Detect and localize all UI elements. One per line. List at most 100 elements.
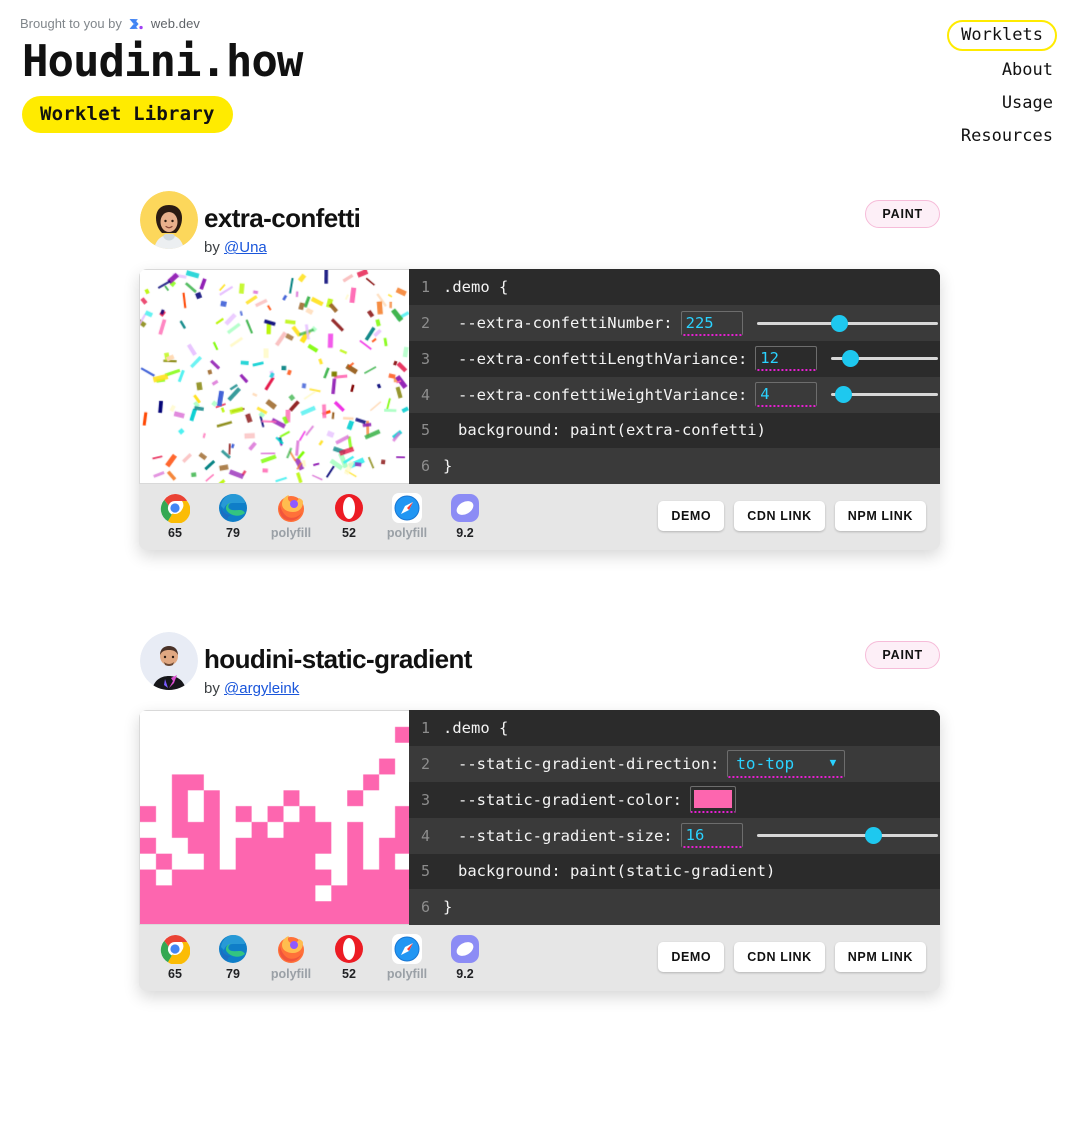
opera-icon — [334, 493, 364, 523]
browser-version: 52 — [342, 525, 356, 540]
samsung-internet-icon — [450, 493, 480, 523]
line-number: 4 — [421, 385, 431, 404]
browser-support-list: 65 79 polyfill 52 polyfill 9.2 — [153, 933, 487, 981]
code-text: .demo { — [443, 278, 509, 297]
gradient-direction-select[interactable]: to-top — [727, 750, 846, 778]
gradient-size-input[interactable] — [680, 823, 743, 849]
color-swatch — [693, 790, 732, 809]
code-line-3: 3 --static-gradient-color: — [409, 781, 940, 818]
browser-version: 9.2 — [456, 966, 474, 981]
tagline-badge: Worklet Library — [22, 96, 233, 134]
byline-prefix: by — [204, 680, 220, 698]
browser-version: 52 — [342, 966, 356, 981]
confetti-length-variance-slider[interactable] — [831, 349, 938, 368]
browser-support-safari: polyfill — [385, 933, 429, 981]
browser-version: polyfill — [270, 966, 312, 981]
card-actions: DEMO CDN LINK NPM LINK — [658, 942, 926, 973]
gradient-color-picker[interactable] — [689, 786, 736, 814]
confetti-length-variance-input[interactable] — [755, 346, 818, 372]
webdev-brand-text: web.dev — [150, 16, 201, 31]
browser-support-opera: 52 — [327, 493, 371, 540]
worklet-meta: extra-confetti by @Una — [204, 203, 361, 256]
code-line-6: 6 } — [409, 448, 940, 485]
card-footer: 65 79 polyfill 52 polyfill 9.2 DEMO CDN … — [139, 925, 940, 992]
line-number: 2 — [421, 314, 431, 332]
webdev-logo-icon — [128, 17, 145, 31]
line-number: 1 — [421, 719, 431, 738]
author-link[interactable]: @Una — [224, 239, 267, 256]
browser-support-edge: 79 — [211, 493, 255, 540]
line-number: 6 — [421, 457, 431, 476]
npm-link-button[interactable]: NPM LINK — [834, 501, 926, 532]
chrome-icon — [160, 493, 191, 524]
css-property-name: --static-gradient-color: — [458, 790, 682, 809]
worklet-title: houdini-static-gradient — [204, 644, 472, 675]
cdn-link-button[interactable]: CDN LINK — [734, 942, 825, 973]
cdn-link-button[interactable]: CDN LINK — [734, 501, 825, 532]
line-number: 1 — [421, 278, 431, 297]
worklet-byline: by @argyleink — [204, 680, 472, 697]
code-line-4: 4 --static-gradient-size: — [409, 817, 940, 854]
firefox-icon — [276, 934, 306, 964]
browser-support-chrome: 65 — [153, 493, 197, 540]
nav-item-worklets[interactable]: Worklets — [947, 20, 1057, 51]
browser-version: polyfill — [270, 525, 312, 540]
browser-version: polyfill — [386, 525, 428, 540]
card-actions: DEMO CDN LINK NPM LINK — [658, 501, 926, 532]
browser-support-chrome: 65 — [153, 934, 197, 981]
code-text: background: paint(extra-confetti) — [458, 421, 766, 440]
code-line-3: 3 --extra-confettiLengthVariance: — [409, 340, 940, 377]
line-number: 3 — [421, 349, 431, 368]
preview-confetti — [139, 269, 409, 485]
code-editor: 1 .demo { 2 --extra-confettiNumber: 3 — [409, 269, 940, 485]
css-property-name: --extra-confettiLengthVariance: — [458, 349, 748, 368]
nav-item-about[interactable]: About — [998, 57, 1057, 84]
css-property-name: --extra-confettiWeightVariance: — [458, 385, 748, 404]
confetti-number-input[interactable] — [680, 310, 743, 336]
firefox-icon — [276, 493, 306, 523]
worklet-demo-card: 1 .demo { 2 --extra-confettiNumber: 3 — [139, 269, 940, 551]
edge-icon — [218, 934, 248, 964]
samsung-internet-icon — [450, 934, 480, 964]
avatar — [140, 191, 198, 250]
browser-support-firefox: polyfill — [269, 934, 313, 981]
npm-link-button[interactable]: NPM LINK — [834, 942, 926, 973]
opera-icon — [334, 934, 364, 964]
author-link[interactable]: @argyleink — [224, 680, 299, 697]
line-number: 5 — [421, 862, 431, 881]
nav-item-resources[interactable]: Resources — [957, 123, 1057, 150]
browser-version: 79 — [226, 525, 240, 540]
worklet-title: extra-confetti — [204, 203, 361, 234]
safari-icon — [392, 492, 422, 523]
confetti-weight-variance-slider[interactable] — [831, 385, 938, 404]
worklet-meta: houdini-static-gradient by @argyleink — [204, 645, 472, 697]
code-line-5: 5 background: paint(extra-confetti) — [409, 412, 940, 449]
browser-version: 65 — [168, 525, 182, 540]
confetti-number-slider[interactable] — [756, 314, 938, 332]
demo-button[interactable]: DEMO — [658, 501, 725, 532]
browser-support-safari: polyfill — [385, 492, 429, 540]
card-footer: 65 79 polyfill 52 polyfill 9.2 DEMO CDN … — [139, 484, 940, 551]
worklet-list: extra-confetti by @Una PAINT 1 .demo {2… — [0, 191, 1079, 992]
worklet-header: houdini-static-gradient by @argyleink PA… — [20, 632, 1059, 710]
browser-support-list: 65 79 polyfill 52 polyfill 9.2 — [153, 492, 487, 540]
browser-version: 79 — [226, 966, 240, 981]
brought-to-you-by: Brought to you by web.dev — [20, 16, 1059, 31]
code-line-1: 1 .demo { — [409, 269, 940, 306]
code-line-2: 2 --extra-confettiNumber: — [409, 305, 940, 341]
gradient-size-slider[interactable] — [756, 826, 938, 845]
confetti-weight-variance-input[interactable] — [755, 382, 818, 408]
nav-item-usage[interactable]: Usage — [998, 90, 1057, 117]
chrome-icon — [160, 934, 191, 965]
browser-support-samsung-internet: 9.2 — [443, 934, 487, 981]
code-line-6: 6 } — [409, 889, 940, 926]
worklet-card-houdini-static-gradient: houdini-static-gradient by @argyleink PA… — [20, 632, 1059, 992]
demo-button[interactable]: DEMO — [658, 942, 725, 973]
code-line-2: 2 --static-gradient-direction: to-top ▼ — [409, 746, 940, 782]
line-number: 6 — [421, 898, 431, 917]
css-property-name: --static-gradient-direction: — [458, 755, 720, 773]
site-header: Brought to you by web.dev Houdini.how Wo… — [0, 0, 1079, 146]
worklet-byline: by @Una — [204, 239, 360, 256]
code-text: } — [443, 457, 453, 476]
browser-version: 65 — [168, 966, 182, 981]
